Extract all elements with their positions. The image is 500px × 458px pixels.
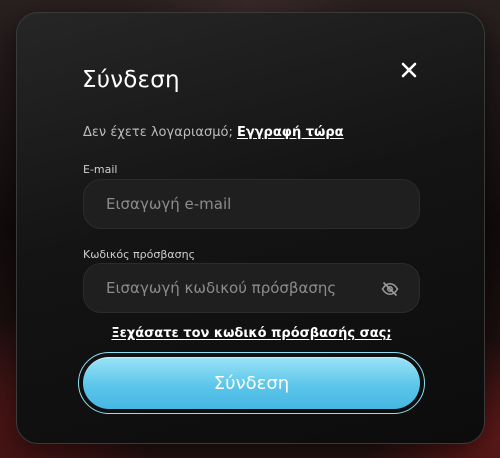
modal-title: Σύνδεση (82, 67, 180, 93)
signup-prompt-row: Δεν έχετε λογαριασμό; Εγγραφή τώρα (83, 125, 344, 140)
email-label: E-mail (83, 163, 118, 176)
forgot-password-link[interactable]: Ξεχάσατε τον κωδικό πρόσβασής σας; (17, 326, 486, 341)
login-modal: Σύνδεση Δεν έχετε λογαριασμό; Εγγραφή τώ… (16, 12, 485, 444)
close-icon (401, 62, 417, 78)
eye-off-icon (381, 282, 399, 296)
submit-button-ring: Σύνδεση (78, 352, 425, 414)
password-visibility-toggle[interactable] (381, 280, 399, 298)
email-field-wrapper (83, 179, 420, 229)
signup-prompt-text: Δεν έχετε λογαριασμό; (83, 125, 237, 140)
signup-link[interactable]: Εγγραφή τώρα (237, 125, 344, 140)
login-submit-button[interactable]: Σύνδεση (83, 357, 420, 409)
password-input[interactable] (84, 264, 419, 312)
email-input[interactable] (84, 180, 419, 228)
close-button[interactable] (397, 58, 421, 82)
password-label: Κωδικός πρόσβασης (83, 248, 196, 261)
password-field-wrapper (83, 263, 420, 313)
